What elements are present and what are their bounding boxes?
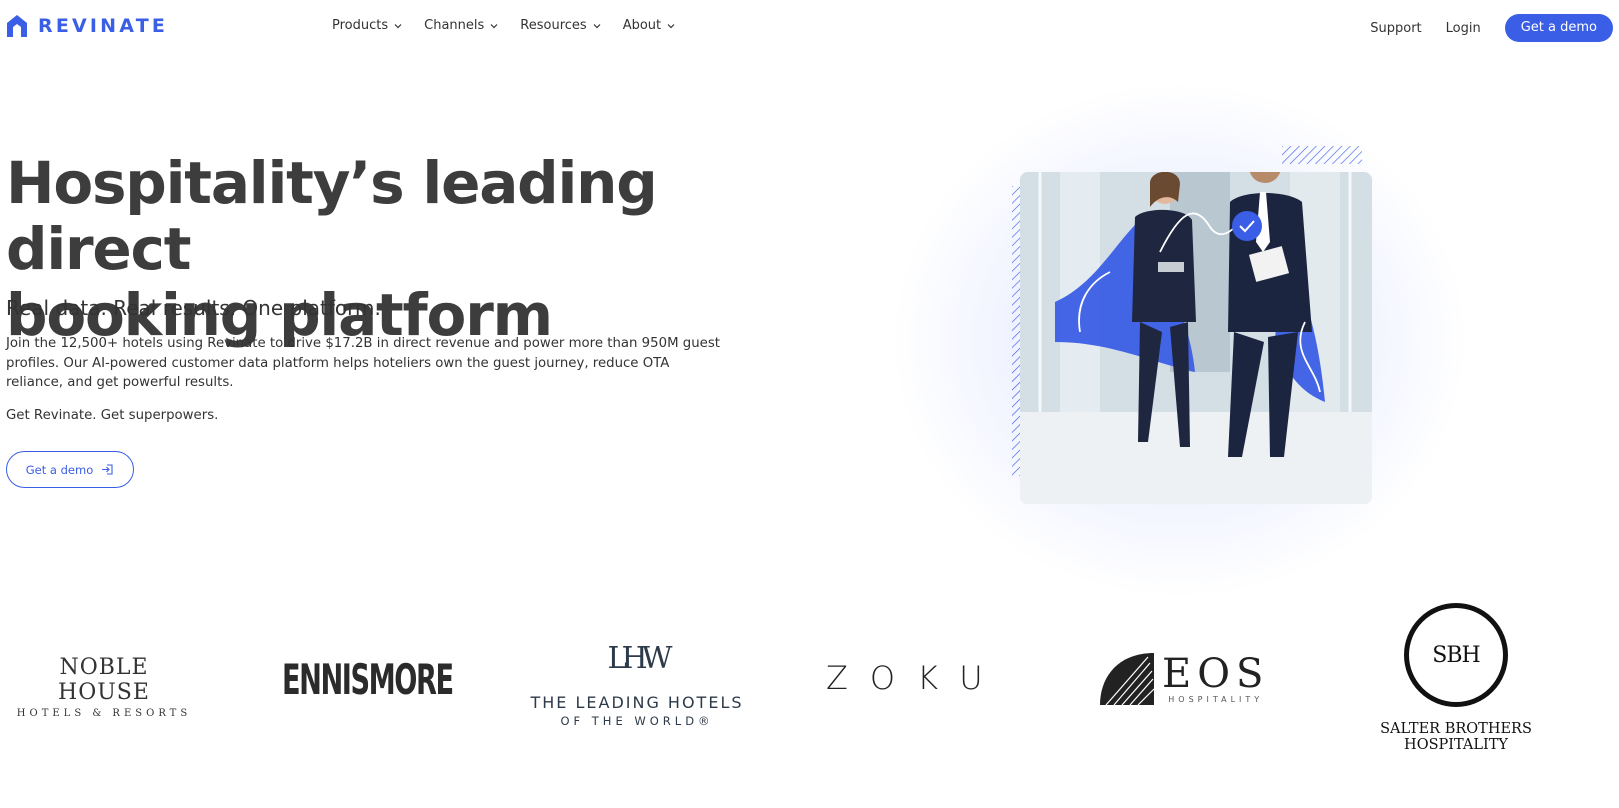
sbh-monogram-circle: SBH [1404,603,1508,707]
leading-hotels-subtitle: OF THE WORLD® [560,714,714,728]
eos-fan-icon [1100,653,1155,706]
ennismore-logo: ENNISMORE [282,655,519,704]
utility-nav: Support Login Get a demo [1370,14,1619,42]
hero-subheadline: Real data. Real results. One platform. [6,296,381,320]
hatch-decoration [1282,146,1362,164]
menu-channels[interactable]: Channels [424,18,498,33]
noble-house-subtitle: HOTELS & RESORTS [16,708,192,719]
login-link[interactable]: Login [1446,21,1481,36]
menu-resources-label: Resources [520,18,587,33]
eos-name: EOS [1162,650,1270,697]
brand-name: REVINATE [38,15,169,37]
main-menu: Products Channels Resources About [332,18,675,33]
chevron-down-icon [667,23,675,28]
zoku-logo: ZOKU [826,659,1005,697]
hero-get-demo-label: Get a demo [25,462,94,477]
menu-products[interactable]: Products [332,18,402,33]
chevron-down-icon [593,23,601,28]
get-demo-button[interactable]: Get a demo [1504,14,1613,42]
hero-get-demo-button[interactable]: Get a demo [6,451,134,488]
hero-headline-line1: Hospitality’s leading direct [6,149,658,283]
sbh-monogram: SBH [1432,642,1480,668]
leading-hotels-name: THE LEADING HOTELS [530,693,744,712]
arrow-in-icon [102,464,113,475]
check-icon [1232,211,1262,241]
hero-image [1012,146,1376,506]
lhw-monogram: LHW [607,641,673,676]
salter-brothers-logo: SBH SALTER BROTHERS HOSPITALITY [1376,603,1536,753]
revinate-logo[interactable]: REVINATE [6,14,168,38]
business-people-photo [1020,172,1372,504]
eos-subtitle: HOSPITALITY [1168,694,1264,704]
top-navigation: REVINATE Products Channels Resources Abo… [0,0,1619,54]
leading-hotels-logo: LHW THE LEADING HOTELS OF THE WORLD® [512,625,762,728]
hero-body: Join the 12,500+ hotels using Revinate t… [6,336,720,390]
hero-tagline: Get Revinate. Get superpowers. [6,408,219,423]
chevron-down-icon [490,23,498,28]
eos-logo: EOS HOSPITALITY [1096,649,1269,707]
menu-about[interactable]: About [623,18,675,33]
menu-channels-label: Channels [424,18,485,33]
salter-brothers-name: SALTER BROTHERS [1380,721,1532,737]
menu-resources[interactable]: Resources [520,18,601,33]
ennismore-name: ENNISMORE [282,655,454,704]
revinate-logo-icon [7,15,27,37]
menu-about-label: About [622,18,662,33]
noble-house-logo: NOBLE HOUSE HOTELS & RESORTS [14,655,194,719]
salter-brothers-subtitle: HOSPITALITY [1404,737,1508,753]
chevron-down-icon [394,23,402,28]
menu-products-label: Products [332,18,389,33]
photo-illustration [1020,172,1372,504]
noble-house-name: NOBLE HOUSE [58,655,150,705]
support-link[interactable]: Support [1370,21,1421,36]
client-logos: NOBLE HOUSE HOTELS & RESORTS ENNISMORE L… [0,603,1619,805]
zoku-name: ZOKU [826,659,1005,697]
